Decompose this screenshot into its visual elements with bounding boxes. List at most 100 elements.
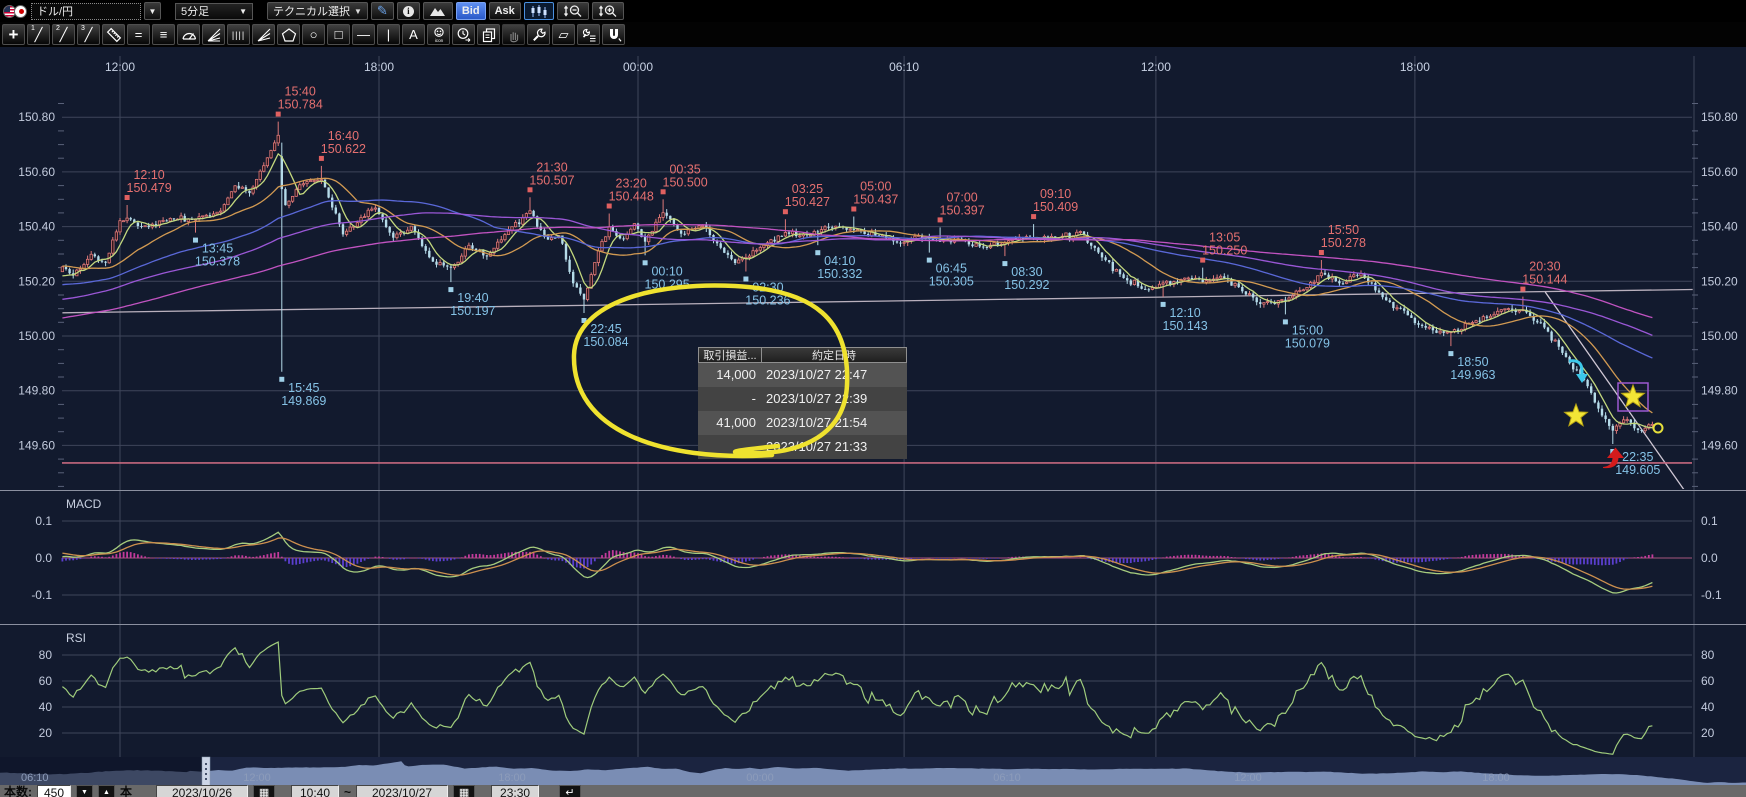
text-tool[interactable]: A	[402, 24, 425, 45]
settings-tool[interactable]	[527, 24, 550, 45]
trendline-2-icon: ╱	[60, 27, 68, 43]
icon-stamp-tool[interactable]: icon	[427, 24, 450, 45]
svg-text:150.40: 150.40	[1701, 220, 1738, 234]
text-icon: A	[409, 27, 418, 42]
trade-row[interactable]: -2023/10/27 21:33	[698, 435, 907, 459]
svg-text:22:35: 22:35	[1622, 450, 1653, 464]
svg-text:150.295: 150.295	[645, 277, 690, 291]
crosshair-tool[interactable]: +	[2, 24, 25, 45]
settings-list-tool[interactable]	[577, 24, 600, 45]
fibonacci-retracement-tool[interactable]: ≡	[152, 24, 175, 45]
column-header-exec-time[interactable]: 約定日時	[761, 347, 907, 363]
svg-text:00:35: 00:35	[669, 162, 700, 176]
ruler-tool[interactable]	[102, 24, 125, 45]
horizontal-line-tool[interactable]: —	[352, 24, 375, 45]
trade-row[interactable]: 14,0002023/10/27 22:47	[698, 363, 907, 387]
svg-text:150.00: 150.00	[18, 329, 55, 343]
ellipse-tool[interactable]: ○	[302, 24, 325, 45]
svg-text:60: 60	[39, 674, 53, 688]
svg-text:09:10: 09:10	[1040, 187, 1071, 201]
fibonacci-fan-tool[interactable]	[202, 24, 225, 45]
trade-history-table[interactable]: 取引損益...約定日時14,0002023/10/27 22:47-2023/1…	[698, 347, 907, 459]
svg-text:02:30: 02:30	[752, 281, 783, 295]
svg-text:00:00: 00:00	[746, 772, 774, 784]
fan-lines-tool[interactable]	[252, 24, 275, 45]
copy-tool[interactable]	[477, 24, 500, 45]
calendar-icon: ▦	[459, 787, 469, 797]
svg-text:22:45: 22:45	[590, 322, 621, 336]
trendline-3-tool[interactable]: 3╱	[77, 24, 100, 45]
fibonacci-retracement-icon: ≡	[160, 27, 168, 42]
zoom-out-button[interactable]	[557, 2, 589, 20]
svg-text:150.144: 150.144	[1522, 273, 1567, 287]
navigator-strip[interactable]: 06:1012:0018:0000:0006:1012:0018:00	[0, 757, 1746, 786]
ask-button[interactable]: Ask	[489, 2, 521, 20]
candlestick-chart-button[interactable]	[524, 2, 554, 20]
snap-tool[interactable]	[602, 24, 625, 45]
svg-text:16:40: 16:40	[328, 129, 359, 143]
count-increase-button[interactable]: ▲	[98, 785, 115, 797]
bar-count-input[interactable]: 450	[37, 785, 71, 797]
time-to-input[interactable]: 23:30	[491, 785, 539, 797]
zoom-in-button[interactable]	[592, 2, 624, 20]
zoom-out-icon	[563, 4, 583, 18]
symbol-select[interactable]: ドル/円	[31, 3, 141, 20]
svg-text:20: 20	[39, 726, 53, 740]
bid-button[interactable]: Bid	[456, 2, 486, 20]
time-alert-icon	[456, 27, 472, 43]
refresh-button[interactable]: ↵	[559, 785, 581, 797]
rectangle-icon: □	[335, 27, 343, 42]
svg-text:12:00: 12:00	[1141, 60, 1171, 74]
technical-select-button[interactable]: テクニカル選択 ▼	[267, 2, 368, 20]
calendar-to-button[interactable]: ▦	[453, 785, 475, 797]
interval-select[interactable]: 5分足 ▼	[175, 3, 253, 20]
svg-text:13:05: 13:05	[1209, 231, 1240, 245]
svg-text:150.278: 150.278	[1321, 236, 1366, 250]
trendline-1-tool[interactable]: 1╱	[27, 24, 50, 45]
parallel-lines-tool[interactable]: =	[127, 24, 150, 45]
rsi-line	[62, 642, 1652, 754]
calendar-from-button[interactable]: ▦	[253, 785, 275, 797]
date-to-input[interactable]: 2023/10/27	[356, 785, 448, 797]
svg-text:0.0: 0.0	[1701, 551, 1718, 565]
count-decrease-button[interactable]: ▼	[76, 785, 93, 797]
trendline-2-tool[interactable]: 2╱	[52, 24, 75, 45]
svg-text:150.80: 150.80	[1701, 110, 1738, 124]
area-chart-button[interactable]	[423, 2, 453, 20]
svg-text:80: 80	[1701, 648, 1715, 662]
settings-icon	[531, 27, 547, 43]
icon-stamp-icon: icon	[431, 27, 447, 43]
navigator-handle[interactable]	[202, 757, 210, 786]
time-alert-tool[interactable]	[452, 24, 475, 45]
pentagon-tool[interactable]	[277, 24, 300, 45]
svg-text:150.60: 150.60	[18, 165, 55, 179]
svg-text:12:00: 12:00	[105, 60, 135, 74]
svg-text:149.60: 149.60	[1701, 438, 1738, 452]
symbol-dropdown-button[interactable]: ▼	[144, 2, 161, 20]
svg-text:150.20: 150.20	[1701, 274, 1738, 288]
svg-text:150.079: 150.079	[1285, 336, 1330, 350]
info-button[interactable]: i	[397, 2, 420, 20]
trendline-3-icon: ╱	[85, 27, 93, 43]
vertical-line-tool[interactable]: |	[377, 24, 400, 45]
time-zones-icon: ||||	[232, 30, 245, 40]
svg-text:150.60: 150.60	[1701, 165, 1738, 179]
eraser-tool[interactable]: ▱	[552, 24, 575, 45]
draw-mode-button[interactable]: ✎	[371, 2, 394, 20]
svg-text:150.292: 150.292	[1004, 278, 1049, 292]
svg-text:08:30: 08:30	[1011, 265, 1042, 279]
time-from-input[interactable]: 10:40	[291, 785, 339, 797]
trade-row[interactable]: -2023/10/27 22:39	[698, 387, 907, 411]
svg-text:150.437: 150.437	[853, 193, 898, 207]
status-bar: 本数: 450 ▼ ▲ 本 2023/10/26 ▦ 10:40 ~ 2023/…	[0, 785, 1746, 797]
fibonacci-arc-tool[interactable]	[177, 24, 200, 45]
svg-text:15:40: 15:40	[285, 85, 316, 99]
trade-row[interactable]: 41,0002023/10/27 21:54	[698, 411, 907, 435]
time-zones-tool[interactable]: ||||	[227, 24, 250, 45]
date-from-input[interactable]: 2023/10/26	[156, 785, 248, 797]
column-header-profit[interactable]: 取引損益...	[698, 347, 761, 363]
candlestick-icon	[530, 5, 548, 18]
svg-text:20:30: 20:30	[1529, 260, 1560, 274]
svg-text:12:10: 12:10	[133, 168, 164, 182]
rectangle-tool[interactable]: □	[327, 24, 350, 45]
